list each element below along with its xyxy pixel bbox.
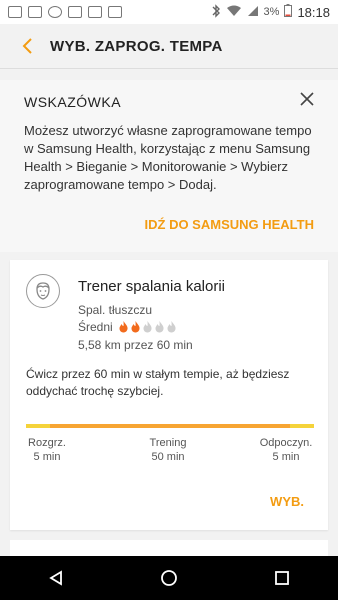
pace-goal: Spal. tłuszczu [78, 303, 153, 317]
phase-duration: 50 min [151, 451, 185, 463]
app-icon [48, 6, 62, 18]
status-bar: 3% 18:18 [0, 0, 338, 24]
tip-title: WSKAZÓWKA [24, 94, 122, 110]
phase-training: Trening 50 min [138, 436, 198, 464]
nav-back-button[interactable] [34, 556, 78, 600]
close-icon [300, 92, 314, 106]
nav-home-button[interactable] [147, 556, 191, 600]
signal-icon [247, 5, 259, 20]
phase-name: Trening [149, 437, 187, 449]
chevron-left-icon [22, 38, 32, 54]
battery-icon [284, 4, 293, 20]
nav-recents-button[interactable] [260, 556, 304, 600]
phase-cooldown: Odpoczyn. 5 min [254, 436, 318, 464]
intensity-label: Średni [78, 320, 113, 335]
phase-name: Rozgrz. [28, 437, 66, 449]
home-circle-icon [161, 570, 177, 586]
avatar [26, 274, 60, 308]
back-button[interactable] [16, 35, 38, 57]
bluetooth-icon [211, 3, 221, 21]
notification-icon [8, 6, 22, 18]
phase-warmup: Rozgrz. 5 min [20, 436, 74, 464]
flame-icon [142, 320, 153, 336]
battery-saver-icon [108, 6, 122, 18]
flame-icon [130, 320, 141, 336]
pace-card[interactable]: Trener spalania kalorii Spal. tłuszczu Ś… [10, 260, 328, 530]
notification-icons [0, 6, 122, 18]
recents-square-icon [274, 571, 289, 585]
go-to-samsung-health-link[interactable]: IDŹ DO SAMSUNG HEALTH [145, 217, 314, 232]
training-segment [50, 424, 290, 428]
brand-icon [68, 6, 82, 18]
distance-time: 5,58 km przez 60 min [78, 338, 193, 352]
pace-description: Ćwicz przez 60 min w stałym tempie, aż b… [26, 367, 290, 398]
app-bar: WYB. ZAPROG. TEMPA [0, 24, 338, 68]
triangle-back-icon [49, 570, 63, 586]
wifi-icon [226, 5, 242, 20]
close-button[interactable] [296, 88, 318, 110]
trainer-face-icon [36, 282, 50, 300]
pace-phase-bar [26, 424, 314, 428]
divider [0, 68, 338, 69]
navigation-bar [0, 556, 338, 600]
phase-duration: 5 min [272, 451, 300, 463]
intensity-flames [118, 320, 177, 336]
select-button[interactable]: WYB. [270, 494, 304, 509]
phase-name: Odpoczyn. [259, 437, 313, 449]
intensity-row: Średni [78, 320, 177, 336]
tip-panel: WSKAZÓWKA Możesz utworzyć własne zaprogr… [0, 80, 338, 252]
warmup-segment [26, 424, 50, 428]
page-title: WYB. ZAPROG. TEMPA [50, 37, 223, 55]
phase-duration: 5 min [33, 451, 61, 463]
clock: 18:18 [297, 4, 330, 20]
flame-icon [154, 320, 165, 336]
cooldown-segment [290, 424, 314, 428]
flame-icon [118, 320, 129, 336]
tip-text: Możesz utworzyć własne zaprogramowane te… [24, 123, 312, 192]
download-icon [88, 6, 102, 18]
image-icon [28, 6, 42, 18]
flame-icon [166, 320, 177, 336]
battery-percent: 3% [263, 6, 280, 18]
pace-title: Trener spalania kalorii [78, 278, 226, 295]
